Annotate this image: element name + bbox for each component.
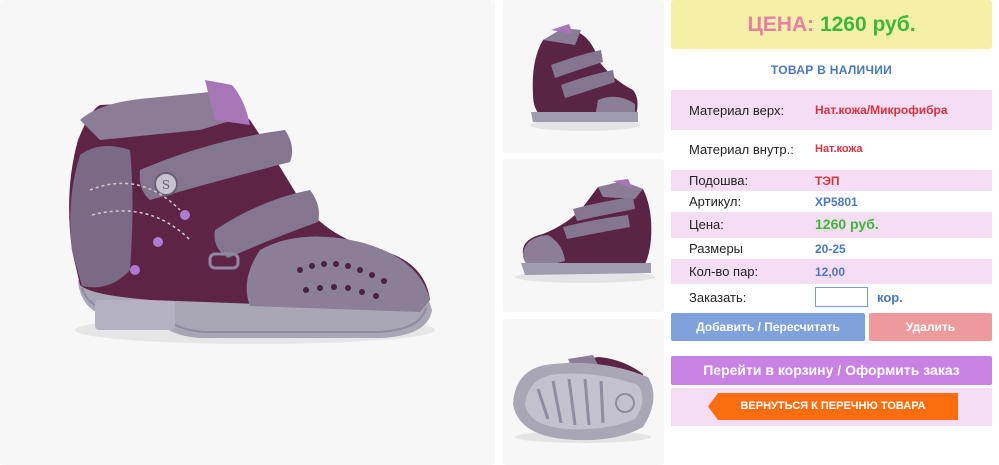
- spec-row-material-top: Материал верх: Нат.кожа/Микрофибра: [671, 90, 992, 130]
- product-page: S ЦЕНА: 1260 руб. ТОВАР В НАЛИЧИИ Матери…: [0, 0, 999, 465]
- boot-sole-thumbnail-image: [513, 355, 654, 443]
- boot-front-thumbnail-image: [530, 24, 640, 131]
- spec-value: 12,00: [815, 265, 846, 279]
- spec-label: Размеры: [689, 241, 744, 256]
- spec-value: 20-25: [815, 242, 846, 256]
- thumbnail-sole-view[interactable]: [503, 319, 664, 465]
- price-box-value: 1260 руб.: [819, 13, 916, 36]
- spec-row-price: Цена: 1260 руб.: [671, 212, 992, 238]
- spec-row-material-inner: Материал внутр.: Нат.кожа: [671, 131, 992, 169]
- svg-text:S: S: [162, 178, 170, 192]
- spec-value: ХР5801: [815, 195, 858, 209]
- order-quantity-input[interactable]: [815, 287, 868, 307]
- boot-back-thumbnail-image: [515, 179, 655, 283]
- spec-label: Кол-во пар:: [689, 264, 759, 279]
- price-box: ЦЕНА: 1260 руб.: [671, 0, 992, 49]
- spec-row-sole: Подошва: ТЭП: [671, 170, 992, 191]
- spec-value: ТЭП: [815, 174, 840, 188]
- spec-row-order: Заказать: кор.: [671, 284, 992, 311]
- spec-label: Цена:: [689, 217, 724, 232]
- back-to-list-button[interactable]: ВЕРНУТЬСЯ К ПЕРЕЧНЮ ТОВАРА: [708, 393, 958, 420]
- spec-row-article: Артикул: ХР5801: [671, 191, 992, 212]
- main-product-image[interactable]: S: [0, 0, 495, 465]
- spec-label: Заказать:: [689, 290, 747, 305]
- order-unit-label: кор.: [877, 290, 903, 305]
- spec-label: Материал верх:: [689, 103, 785, 118]
- add-recalculate-button[interactable]: Добавить / Пересчитать: [671, 313, 865, 341]
- stock-status: ТОВАР В НАЛИЧИИ: [770, 63, 893, 77]
- price-box-label: ЦЕНА:: [747, 13, 815, 36]
- go-to-cart-button[interactable]: Перейти в корзину / Оформить заказ: [671, 356, 992, 385]
- spec-label: Материал внутр.:: [689, 142, 794, 157]
- spec-row-pairs: Кол-во пар: 12,00: [671, 259, 992, 284]
- boot-side-view-image: S: [69, 80, 435, 344]
- back-button-container: ВЕРНУТЬСЯ К ПЕРЕЧНЮ ТОВАРА: [671, 388, 992, 426]
- thumbnail-back-view[interactable]: [503, 159, 664, 312]
- thumbnail-front-view[interactable]: [503, 0, 664, 153]
- spec-value: Нат.кожа: [815, 143, 863, 155]
- spec-row-sizes: Размеры 20-25: [671, 238, 992, 259]
- spec-label: Артикул:: [689, 194, 742, 209]
- spec-value: Нат.кожа/Микрофибра: [815, 103, 948, 117]
- delete-button[interactable]: Удалить: [869, 313, 992, 341]
- spec-value: 1260 руб.: [815, 216, 879, 232]
- spec-label: Подошва:: [689, 173, 749, 188]
